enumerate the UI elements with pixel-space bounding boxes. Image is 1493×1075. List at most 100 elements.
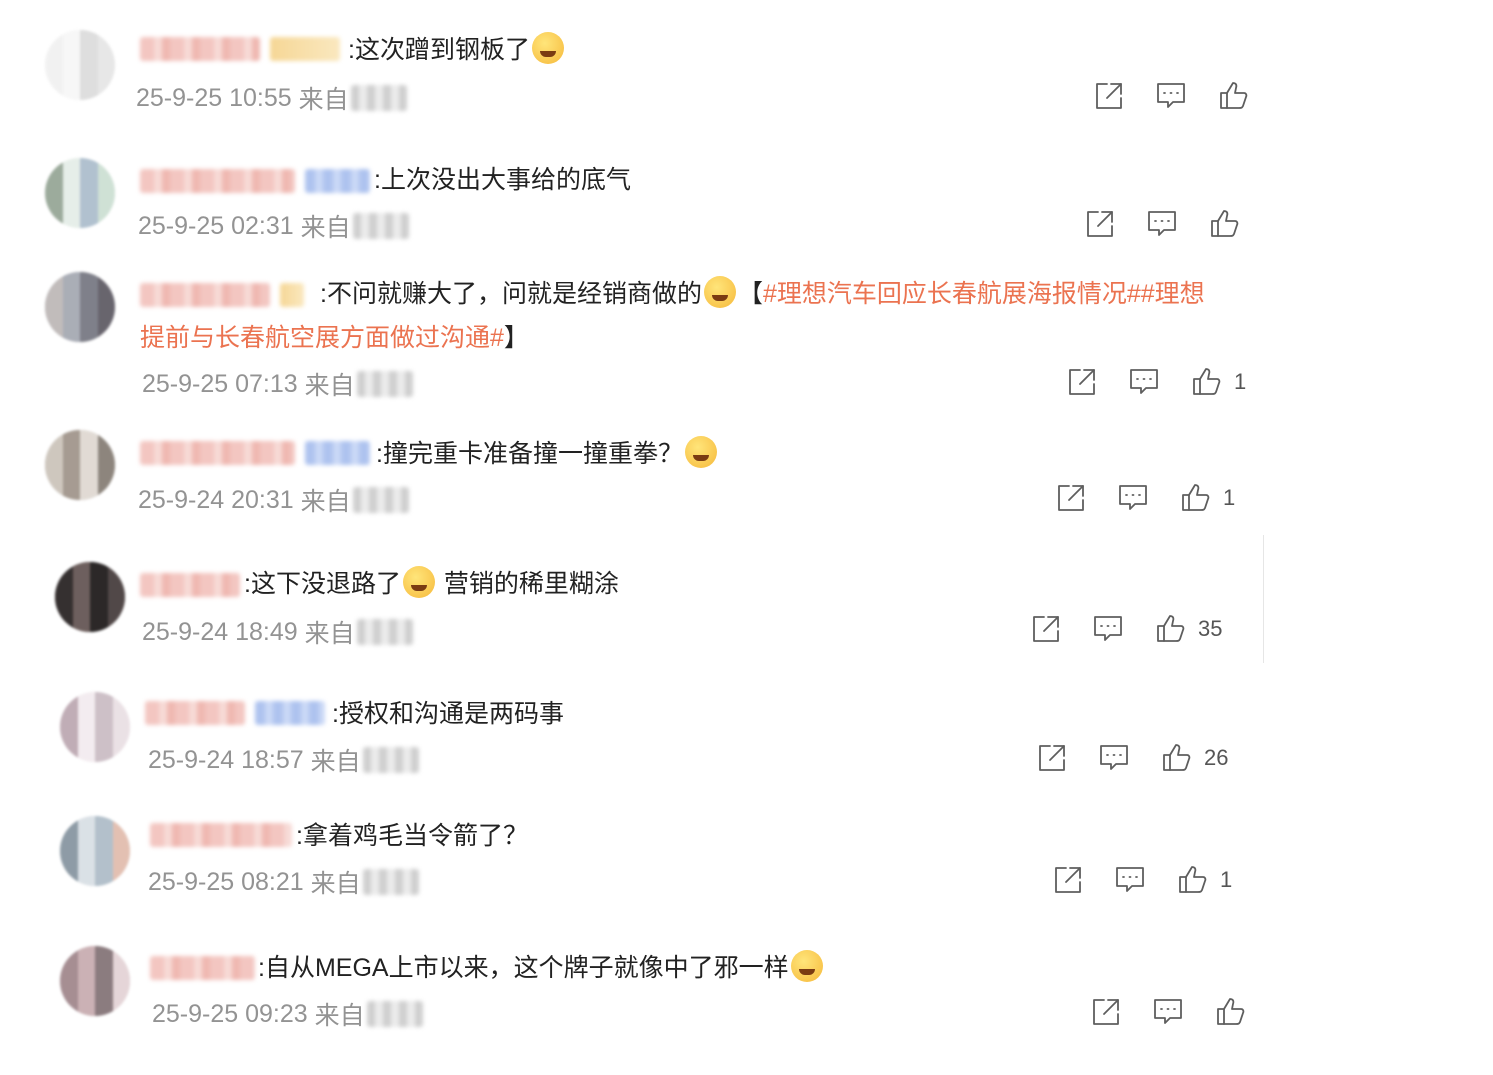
share-button[interactable]	[1090, 996, 1122, 1028]
like-button[interactable]: 1	[1176, 864, 1232, 896]
comment-icon	[1116, 867, 1144, 892]
comment-text: :授权和沟通是两码事	[332, 700, 564, 728]
comment-time: 25-9-25 07:13	[142, 369, 298, 398]
comment-text: :拿着鸡毛当令箭了？	[296, 822, 528, 850]
comment-time: 25-9-25 08:21	[148, 867, 304, 896]
username[interactable]	[145, 700, 325, 726]
username[interactable]	[140, 36, 340, 62]
comment-source: 来自	[300, 488, 351, 516]
thumbs-up-icon	[1220, 82, 1248, 109]
topic-link[interactable]: #理想汽车回应长春航展海报情况##理想	[763, 280, 1205, 308]
share-icon	[1033, 616, 1059, 642]
comment-actions: 1	[1052, 864, 1232, 896]
share-button[interactable]	[1052, 864, 1084, 896]
like-button[interactable]: 1	[1179, 482, 1235, 514]
comment-button[interactable]	[1128, 366, 1160, 398]
comment-icon	[1100, 745, 1128, 770]
username[interactable]	[140, 282, 304, 308]
share-icon	[1069, 369, 1095, 395]
comment-source: 来自	[310, 870, 361, 898]
laugh-cry-emoji	[790, 950, 823, 982]
laugh-cry-emoji	[531, 32, 564, 64]
comment-text: :撞完重卡准备撞一撞重拳？	[376, 432, 719, 476]
comment-time: 25-9-25 10:55	[136, 83, 292, 112]
thumbs-up-icon	[1211, 210, 1239, 237]
comment-button[interactable]	[1117, 482, 1149, 514]
avatar[interactable]	[60, 692, 130, 762]
like-button[interactable]: 35	[1154, 613, 1222, 645]
like-button[interactable]	[1208, 208, 1252, 240]
comment-button[interactable]	[1092, 613, 1124, 645]
comment-icon	[1094, 616, 1122, 641]
username[interactable]	[140, 440, 370, 466]
comment-meta: 25-9-25 10:55 来自	[136, 80, 407, 116]
like-button[interactable]: 1	[1190, 366, 1246, 398]
comment-time: 25-9-24 20:31	[138, 485, 294, 514]
share-button[interactable]	[1030, 613, 1062, 645]
comment-text: :这次蹭到钢板了	[348, 28, 566, 72]
topic-link[interactable]: 提前与长春航空展方面做过沟通#	[140, 324, 504, 352]
comment-text: :不问就赚大了，问就是经销商做的 【#理想汽车回应长春航展海报情况##理想	[320, 272, 1205, 316]
thumbs-up-icon	[1182, 484, 1210, 511]
share-button[interactable]	[1084, 208, 1116, 240]
comment-meta: 25-9-25 08:21 来自	[148, 864, 419, 900]
username[interactable]	[140, 572, 240, 598]
avatar[interactable]	[60, 946, 130, 1016]
comment-text: :自从MEGA上市以来，这个牌子就像中了邪一样	[258, 946, 825, 990]
username[interactable]	[150, 955, 255, 981]
comment-source: 来自	[304, 620, 355, 648]
share-icon	[1087, 211, 1113, 237]
avatar[interactable]	[60, 816, 130, 886]
comment-button[interactable]	[1152, 996, 1184, 1028]
comment-meta: 25-9-25 02:31 来自	[138, 208, 409, 244]
comment-icon	[1130, 369, 1158, 394]
thumbs-up-icon	[1163, 744, 1191, 771]
comment-actions: 35	[1030, 613, 1222, 645]
username[interactable]	[150, 822, 292, 848]
share-button[interactable]	[1093, 80, 1125, 112]
comment-meta: 25-9-24 18:49 来自	[142, 614, 413, 650]
avatar[interactable]	[45, 272, 115, 342]
comment-text: :上次没出大事给的底气	[374, 166, 631, 194]
like-button[interactable]	[1214, 996, 1258, 1028]
comment-time: 25-9-25 02:31	[138, 211, 294, 240]
avatar[interactable]	[55, 562, 125, 632]
like-button[interactable]	[1217, 80, 1261, 112]
share-icon	[1093, 999, 1119, 1025]
comment-button[interactable]	[1098, 742, 1130, 774]
username[interactable]	[140, 168, 370, 194]
like-button[interactable]: 26	[1160, 742, 1228, 774]
comment-button[interactable]	[1155, 80, 1187, 112]
comment-source: 来自	[304, 372, 355, 400]
comment-time: 25-9-24 18:57	[148, 745, 304, 774]
comment-icon	[1157, 83, 1185, 108]
share-icon	[1039, 745, 1065, 771]
comment-meta: 25-9-25 07:13 来自	[142, 366, 413, 402]
comment-button[interactable]	[1146, 208, 1178, 240]
comment-meta: 25-9-24 18:57 来自	[148, 742, 419, 778]
thinking-emoji	[684, 436, 717, 468]
thumbs-up-icon	[1157, 615, 1185, 642]
avatar[interactable]	[45, 30, 115, 100]
comment-meta: 25-9-24 20:31 来自	[138, 482, 409, 518]
share-button[interactable]	[1066, 366, 1098, 398]
comment-actions: 26	[1036, 742, 1228, 774]
share-icon	[1055, 867, 1081, 893]
comment-button[interactable]	[1114, 864, 1146, 896]
share-button[interactable]	[1036, 742, 1068, 774]
comment-actions	[1093, 80, 1261, 112]
comment-actions	[1084, 208, 1252, 240]
comment-icon	[1148, 211, 1176, 236]
comment-actions: 1	[1066, 366, 1246, 398]
thumbs-up-icon	[1193, 368, 1221, 395]
comment-text-continued: 提前与长春航空展方面做过沟通#】	[140, 324, 529, 352]
comment-time: 25-9-25 09:23	[152, 999, 308, 1028]
grin-emoji	[402, 566, 435, 598]
comment-icon	[1119, 485, 1147, 510]
divider	[1263, 535, 1264, 663]
angry-emoji	[703, 276, 736, 308]
avatar[interactable]	[45, 430, 115, 500]
share-button[interactable]	[1055, 482, 1087, 514]
comment-icon	[1154, 999, 1182, 1024]
avatar[interactable]	[45, 158, 115, 228]
